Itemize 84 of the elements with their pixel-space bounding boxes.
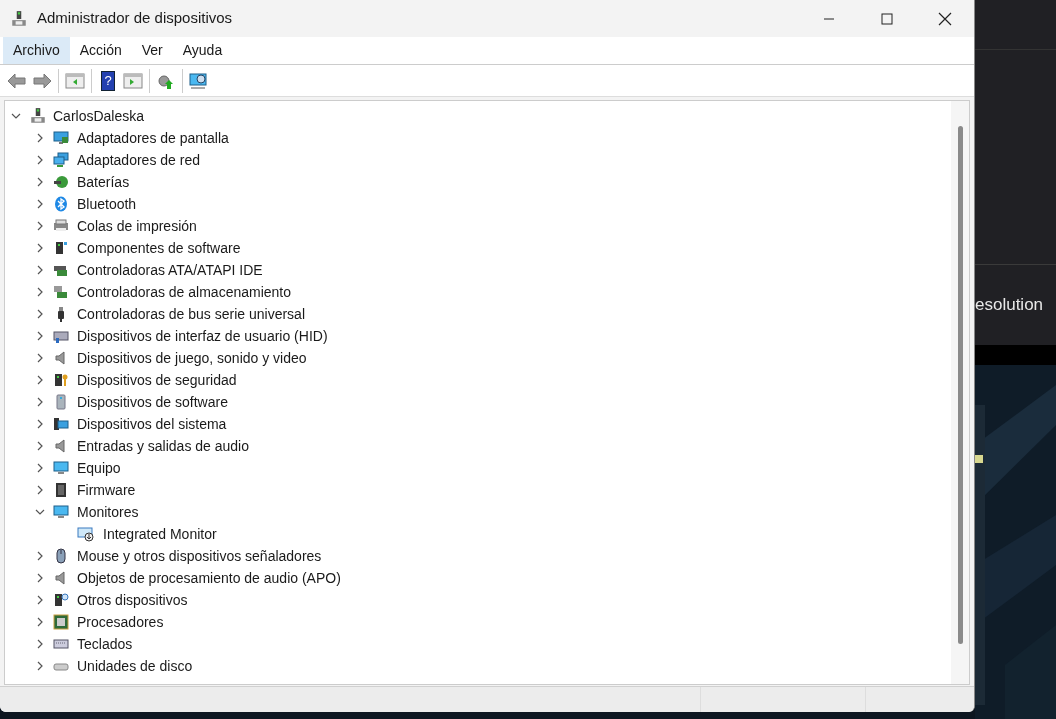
menu-item[interactable]: Archivo — [3, 37, 70, 64]
tree-item[interactable]: Bluetooth — [77, 193, 137, 215]
bluetooth-icon — [53, 196, 69, 212]
expand-chevron-icon[interactable] — [35, 617, 45, 627]
expand-chevron-icon[interactable] — [35, 243, 45, 253]
network-icon — [53, 152, 69, 168]
tree-item[interactable]: Integrated Monitor — [103, 523, 217, 545]
tree-item[interactable]: Firmware — [77, 479, 136, 501]
system-monitor-icon — [53, 416, 69, 432]
scrollbar[interactable] — [951, 101, 969, 684]
tree-item[interactable]: CarlosDaleska — [53, 105, 145, 127]
tree-item[interactable]: Entradas y salidas de audio — [77, 435, 249, 457]
minimize-icon[interactable] — [823, 17, 835, 20]
keyboard-icon — [53, 636, 69, 652]
monitor-icon — [77, 526, 95, 542]
tree-item[interactable]: Controladoras ATA/ATAPI IDE — [77, 259, 263, 281]
expand-chevron-icon[interactable] — [35, 287, 45, 297]
expand-chevron-icon[interactable] — [35, 177, 45, 187]
tree-item[interactable]: Otros dispositivos — [77, 589, 188, 611]
window-title: Administrador de dispositivos — [37, 8, 233, 29]
expand-chevron-icon[interactable] — [35, 397, 45, 407]
tree-item[interactable]: Unidades de disco — [77, 655, 193, 677]
expand-chevron-icon[interactable] — [35, 419, 45, 429]
tree-item[interactable]: Colas de impresión — [77, 215, 197, 237]
computer-icon — [29, 107, 47, 125]
collapse-chevron-icon[interactable] — [35, 507, 45, 517]
tree-item[interactable]: Controladoras de bus serie universal — [77, 303, 305, 325]
expand-chevron-icon[interactable] — [35, 221, 45, 231]
printer-icon — [53, 218, 69, 234]
expand-chevron-icon[interactable] — [35, 595, 45, 605]
expand-chevron-icon[interactable] — [35, 331, 45, 341]
tree-item[interactable]: Teclados — [77, 633, 133, 655]
menu-item[interactable]: Ver — [131, 37, 173, 64]
tree-item[interactable]: Adaptadores de pantalla — [77, 127, 229, 149]
help-button[interactable]: ? — [101, 70, 115, 91]
tree-item[interactable]: Procesadores — [77, 611, 164, 633]
menu-item[interactable]: Acción — [69, 37, 132, 64]
mouse-icon — [53, 548, 69, 564]
scrollbar-thumb[interactable] — [957, 126, 963, 644]
tree-item[interactable]: Monitores — [77, 501, 139, 523]
tree-item[interactable]: Dispositivos de interfaz de usuario (HID) — [77, 325, 328, 347]
expand-chevron-icon[interactable] — [35, 353, 45, 363]
desktop-text: esolution — [975, 294, 1044, 317]
expand-chevron-icon[interactable] — [35, 265, 45, 275]
processor-icon — [53, 614, 69, 630]
expand-chevron-icon[interactable] — [35, 199, 45, 209]
expand-chevron-icon[interactable] — [35, 573, 45, 583]
tower-icon — [53, 394, 69, 410]
tree-item[interactable]: Baterías — [77, 171, 130, 193]
expand-chevron-icon[interactable] — [35, 485, 45, 495]
device-icon — [53, 240, 69, 256]
tree-item[interactable]: Dispositivos de juego, sonido y video — [77, 347, 307, 369]
expand-chevron-icon[interactable] — [35, 463, 45, 473]
tree-item[interactable]: Controladoras de almacenamiento — [77, 281, 291, 303]
tree-item[interactable]: Componentes de software — [77, 237, 241, 259]
maximize-icon[interactable] — [881, 12, 893, 25]
drive-board-icon — [53, 284, 69, 300]
tree-item[interactable]: Objetos de procesamiento de audio (APO) — [77, 567, 341, 589]
tree-item[interactable]: Adaptadores de red — [77, 149, 200, 171]
menu-item[interactable]: Ayuda — [172, 37, 233, 64]
battery-plug-icon — [53, 174, 69, 190]
collapse-chevron-icon[interactable] — [11, 111, 21, 121]
device-key-icon — [53, 372, 69, 388]
computer-icon — [10, 9, 28, 28]
device-question-icon — [53, 592, 69, 608]
monitor-icon — [53, 460, 69, 476]
expand-chevron-icon[interactable] — [35, 551, 45, 561]
tree-item[interactable]: Dispositivos del sistema — [77, 413, 227, 435]
monitor-icon — [53, 504, 69, 520]
chip-icon — [53, 482, 69, 498]
tree-item[interactable]: Dispositivos de seguridad — [77, 369, 237, 391]
expand-chevron-icon[interactable] — [35, 375, 45, 385]
tree-item[interactable]: Dispositivos de software — [77, 391, 228, 413]
close-icon[interactable] — [938, 11, 952, 26]
tree-item[interactable]: Mouse y otros dispositivos señaladores — [77, 545, 322, 567]
tree-item[interactable]: Equipo — [77, 457, 121, 479]
expand-chevron-icon[interactable] — [35, 309, 45, 319]
expand-chevron-icon[interactable] — [35, 639, 45, 649]
expand-chevron-icon[interactable] — [35, 155, 45, 165]
expand-chevron-icon[interactable] — [35, 441, 45, 451]
expand-chevron-icon[interactable] — [35, 133, 45, 143]
keyboard-mouse-icon — [53, 328, 69, 344]
expand-chevron-icon[interactable] — [35, 661, 45, 671]
monitor-icon — [53, 130, 69, 146]
